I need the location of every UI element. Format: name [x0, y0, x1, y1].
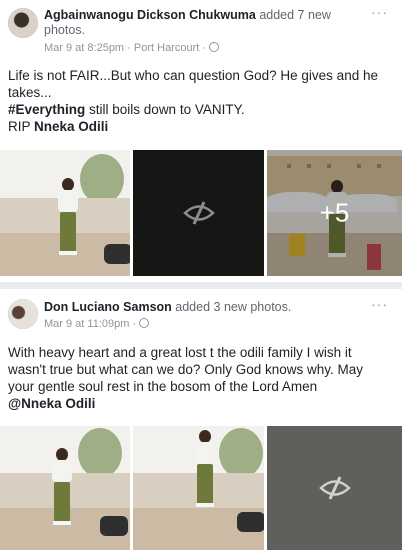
post-text: With heavy heart and a great lost t the … [8, 344, 392, 412]
post-photo[interactable] [0, 150, 130, 276]
post-header: Don Luciano Samson added 3 new photos. [44, 300, 366, 315]
post-text-line: RIP Nneka Odili [8, 118, 392, 135]
post-card: Don Luciano Samson added 3 new photos. ·… [0, 289, 402, 550]
more-options-icon[interactable]: ··· [371, 4, 388, 20]
post-time[interactable]: Mar 9 at 11:09pm [44, 318, 129, 330]
globe-icon [139, 318, 150, 328]
post-action: added 3 new photos. [175, 300, 292, 314]
meta-separator: · [127, 42, 131, 54]
more-photos-count: +5 [319, 197, 350, 228]
mention-link[interactable]: @Nneka Odili [8, 396, 95, 411]
author-avatar[interactable] [8, 8, 38, 38]
post-time[interactable]: Mar 9 at 8:25pm [44, 42, 124, 54]
post-photo[interactable] [0, 426, 130, 550]
post-meta: Mar 9 at 11:09pm · [44, 318, 150, 330]
post-text-line: Life is not FAIR...But who can question … [8, 68, 378, 100]
post-meta: Mar 9 at 8:25pm · Port Harcourt · [44, 42, 220, 54]
post-text-body: With heavy heart and a great lost t the … [8, 345, 363, 394]
post-text-fragment: still boils down to VANITY. [85, 102, 245, 117]
post-text-line: #Everything still boils down to VANITY. [8, 101, 392, 118]
post-photo-more[interactable]: +5 [267, 150, 402, 276]
globe-icon [209, 42, 220, 52]
post-card: Agbainwanogu Dickson Chukwuma added 7 ne… [0, 0, 402, 282]
post-photo[interactable] [133, 150, 264, 276]
post-header: Agbainwanogu Dickson Chukwuma added 7 ne… [44, 8, 366, 38]
hashtag-link[interactable]: #Everything [8, 102, 85, 117]
author-name[interactable]: Agbainwanogu Dickson Chukwuma [44, 8, 256, 22]
post-photo[interactable] [133, 426, 264, 550]
author-name[interactable]: Don Luciano Samson [44, 300, 172, 314]
mention-link[interactable]: Nneka Odili [34, 119, 108, 134]
post-text: Life is not FAIR...But who can question … [8, 67, 392, 135]
hidden-photo-icon [318, 476, 351, 500]
more-options-icon[interactable]: ··· [371, 296, 388, 312]
hidden-photo-icon [182, 201, 215, 225]
meta-separator: · [132, 318, 137, 330]
post-photo[interactable] [267, 426, 402, 550]
author-avatar[interactable] [8, 299, 38, 329]
meta-separator: · [202, 42, 207, 54]
post-location[interactable]: Port Harcourt [134, 42, 199, 54]
post-text-fragment: RIP [8, 119, 35, 134]
